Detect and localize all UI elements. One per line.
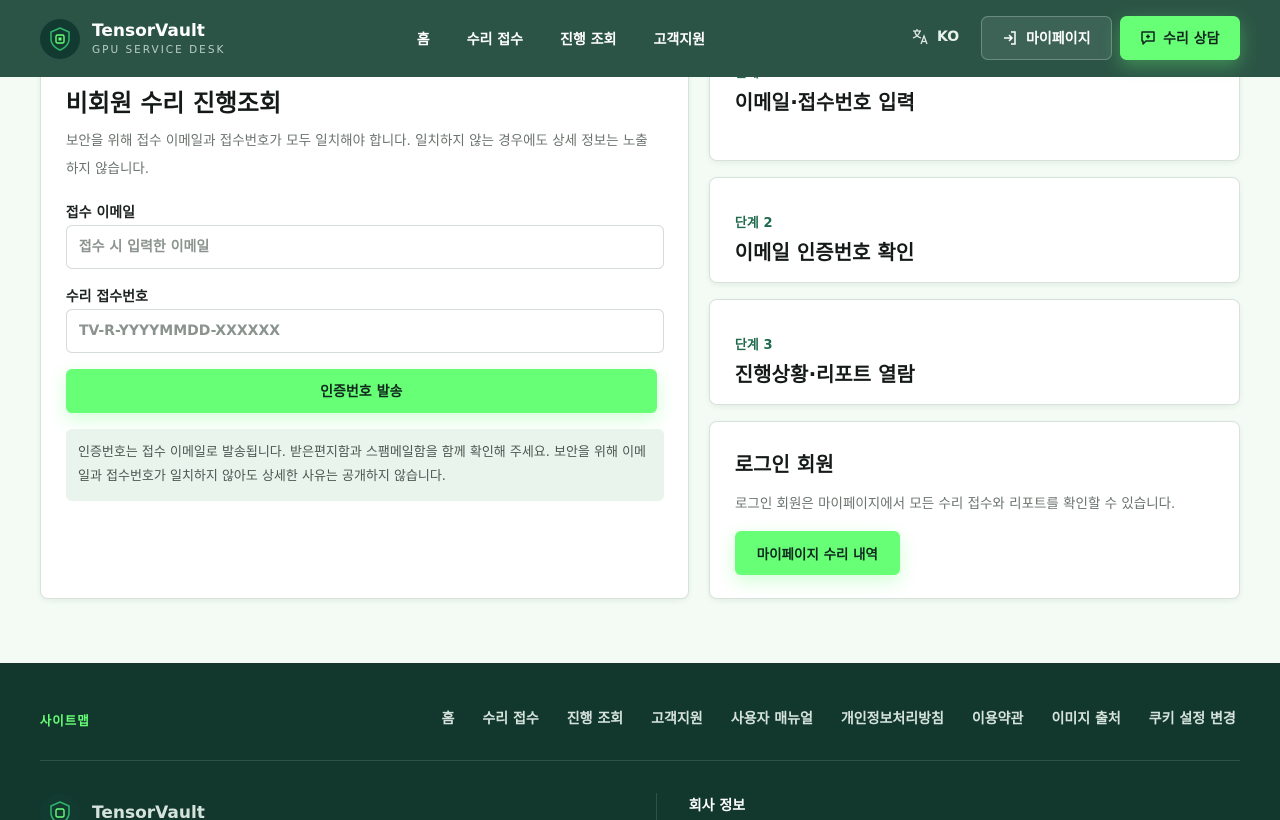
gpu-chip-shield-icon	[40, 793, 80, 820]
brand[interactable]: TensorVault GPU SERVICE DESK	[40, 18, 380, 59]
nav-repair-request[interactable]: 수리 접수	[467, 29, 523, 49]
brand-subtitle: GPU SERVICE DESK	[92, 43, 226, 56]
ticket-number-label: 수리 접수번호	[66, 289, 149, 305]
footer-brand-name: TensorVault	[92, 803, 205, 820]
mypage-repair-history-button[interactable]: 마이페이지 수리 내역	[735, 531, 900, 575]
main-nav: 홈 수리 접수 진행 조회 고객지원	[417, 0, 742, 77]
repair-consult-label: 수리 상담	[1163, 31, 1220, 47]
nav-home[interactable]: 홈	[417, 29, 430, 49]
step-title: 이메일 인증번호 확인	[735, 240, 915, 264]
nav-progress-check[interactable]: 진행 조회	[560, 29, 616, 49]
email-label: 접수 이메일	[66, 205, 136, 221]
guest-inquiry-card: 비회원 수리 진행조회 보안을 위해 접수 이메일과 접수번호가 모두 일치해야…	[40, 50, 689, 599]
translate-icon	[912, 29, 928, 45]
footer-column-divider	[656, 793, 657, 820]
footer-link-user-manual[interactable]: 사용자 매뉴얼	[731, 708, 813, 728]
footer-link-support[interactable]: 고객지원	[651, 708, 703, 728]
language-selector[interactable]: KO	[912, 28, 959, 45]
gpu-chip-shield-icon	[40, 18, 80, 59]
email-input[interactable]	[66, 225, 664, 269]
footer-link-privacy-policy[interactable]: 개인정보처리방침	[841, 708, 944, 728]
site-footer: 사이트맵 홈 수리 접수 진행 조회 고객지원 사용자 매뉴얼 개인정보처리방침…	[0, 663, 1280, 820]
sitemap-label: 사이트맵	[40, 713, 91, 728]
login-member-card: 로그인 회원 로그인 회원은 마이페이지에서 모든 수리 접수와 리포트를 확인…	[709, 421, 1240, 599]
footer-brand[interactable]: TensorVault	[40, 793, 205, 820]
footer-nav: 홈 수리 접수 진행 조회 고객지원 사용자 매뉴얼 개인정보처리방침 이용약관…	[414, 708, 1236, 728]
nav-support[interactable]: 고객지원	[654, 29, 706, 49]
ticket-number-input[interactable]	[66, 309, 664, 353]
login-member-description: 로그인 회원은 마이페이지에서 모든 수리 접수와 리포트를 확인할 수 있습니…	[735, 496, 1176, 512]
repair-consult-button[interactable]: 수리 상담	[1120, 16, 1240, 60]
step-label: 단계 3	[735, 338, 773, 353]
language-label: KO	[937, 28, 960, 45]
step-label: 단계 2	[735, 216, 773, 231]
footer-link-terms[interactable]: 이용약관	[972, 708, 1024, 728]
step-title: 진행상황·리포트 열람	[735, 362, 916, 386]
mypage-button[interactable]: 마이페이지	[981, 16, 1112, 60]
step-card-3: 단계 3 진행상황·리포트 열람	[709, 299, 1240, 405]
inquiry-description: 보안을 위해 접수 이메일과 접수번호가 모두 일치해야 합니다. 일치하지 않…	[66, 133, 648, 177]
footer-link-progress-check[interactable]: 진행 조회	[567, 708, 623, 728]
footer-link-image-credits[interactable]: 이미지 출처	[1052, 708, 1121, 728]
step-title: 이메일·접수번호 입력	[735, 90, 916, 114]
login-arrow-icon	[1004, 31, 1017, 45]
page-title: 비회원 수리 진행조회	[66, 89, 282, 117]
footer-link-cookie-settings[interactable]: 쿠키 설정 변경	[1149, 708, 1236, 728]
verification-notice: 인증번호는 접수 이메일로 발송됩니다. 받은편지함과 스팸메일함을 함께 확인…	[66, 429, 664, 501]
login-member-title: 로그인 회원	[735, 452, 834, 476]
company-info-heading: 회사 정보	[689, 798, 746, 814]
site-header: TensorVault GPU SERVICE DESK 홈 수리 접수 진행 …	[0, 0, 1280, 77]
footer-divider	[40, 760, 1240, 761]
footer-link-repair-request[interactable]: 수리 접수	[483, 708, 539, 728]
chat-plus-icon	[1141, 31, 1156, 45]
step-card-2: 단계 2 이메일 인증번호 확인	[709, 177, 1240, 283]
mypage-button-label: 마이페이지	[1026, 31, 1091, 47]
send-verification-button[interactable]: 인증번호 발송	[66, 369, 657, 413]
brand-name: TensorVault	[92, 20, 205, 41]
footer-link-home[interactable]: 홈	[442, 708, 455, 728]
